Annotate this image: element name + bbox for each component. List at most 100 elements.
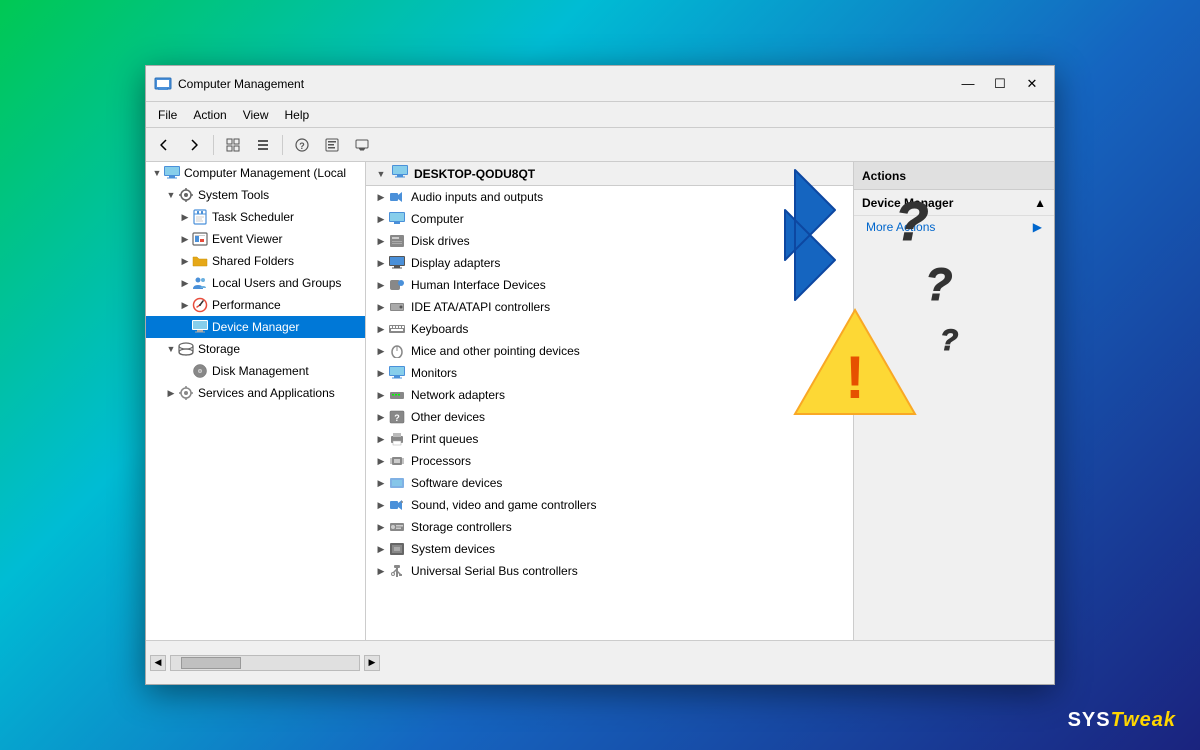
device-item-6[interactable]: ▶ Keyboards: [366, 318, 853, 340]
svg-text:?: ?: [394, 413, 400, 423]
device-arrow-3: ▶: [374, 258, 388, 269]
device-item-9[interactable]: ▶ Network adapters: [366, 384, 853, 406]
actions-title: Actions: [862, 169, 906, 183]
device-label-15: Storage controllers: [411, 520, 512, 534]
device-label-1: Computer: [411, 212, 464, 226]
tree-item-event-viewer[interactable]: ▶ Event Viewer: [146, 228, 365, 250]
more-actions-arrow: ▶: [1033, 220, 1042, 234]
back-button[interactable]: [150, 132, 178, 158]
device-icon-11: [388, 430, 406, 448]
icon-computer: [164, 165, 180, 181]
device-icon-4: [388, 276, 406, 294]
menu-view[interactable]: View: [235, 106, 277, 124]
tree-label-task-scheduler: Task Scheduler: [212, 210, 294, 224]
logo-tweak: Tweak: [1111, 709, 1176, 731]
device-arrow-1: ▶: [374, 214, 388, 225]
tree-item-shared-folders[interactable]: ▶ Shared Folders: [146, 250, 365, 272]
tree-label-system-tools: System Tools: [198, 188, 269, 202]
tree-item-device-manager[interactable]: Device Manager: [146, 316, 365, 338]
menu-action[interactable]: Action: [185, 106, 234, 124]
device-label-12: Processors: [411, 454, 471, 468]
device-item-10[interactable]: ▶ ? Other devices: [366, 406, 853, 428]
device-manager-section-label: Device Manager: [862, 196, 953, 210]
device-item-12[interactable]: ▶ Processors: [366, 450, 853, 472]
tree-item-task-scheduler[interactable]: ▶ Task Scheduler: [146, 206, 365, 228]
logo-sys: SYS: [1068, 709, 1111, 731]
device-item-7[interactable]: ▶ Mice and other pointing devices: [366, 340, 853, 362]
menu-file[interactable]: File: [150, 106, 185, 124]
device-icon-0: [388, 188, 406, 206]
device-item-16[interactable]: ▶ System devices: [366, 538, 853, 560]
tree-label-event-viewer: Event Viewer: [212, 232, 282, 246]
arrow-device-manager: [178, 320, 192, 334]
device-label-5: IDE ATA/ATAPI controllers: [411, 300, 550, 314]
device-item-11[interactable]: ▶ Print queues: [366, 428, 853, 450]
window-title: Computer Management: [178, 77, 954, 91]
tree-item-root[interactable]: ▼ Computer Management (Local: [146, 162, 365, 184]
scroll-right-btn[interactable]: ▶: [364, 655, 380, 671]
tree-label-performance: Performance: [212, 298, 281, 312]
device-arrow-0: ▶: [374, 192, 388, 203]
device-item-13[interactable]: ▶ Software devices: [366, 472, 853, 494]
icon-task-scheduler: [192, 209, 208, 225]
device-item-2[interactable]: ▶ Disk drives: [366, 230, 853, 252]
tree-item-services[interactable]: ▶ Services and Applications: [146, 382, 365, 404]
middle-header-title: DESKTOP-QODU8QT: [414, 167, 535, 181]
device-item-5[interactable]: ▶ IDE ATA/ATAPI controllers: [366, 296, 853, 318]
device-item-8[interactable]: ▶ Monitors: [366, 362, 853, 384]
device-item-3[interactable]: ▶ Display adapters: [366, 252, 853, 274]
close-button[interactable]: ✕: [1018, 73, 1046, 95]
toolbar-btn-monitor[interactable]: [348, 132, 376, 158]
more-actions-link[interactable]: More Actions ▶: [854, 216, 1054, 238]
device-label-16: System devices: [411, 542, 495, 556]
minimize-button[interactable]: —: [954, 73, 982, 95]
device-icon-8: [388, 364, 406, 382]
device-icon-15: [388, 518, 406, 536]
device-manager-section[interactable]: Device Manager ▲: [854, 190, 1054, 216]
tree-item-system-tools[interactable]: ▼ System Tools: [146, 184, 365, 206]
device-label-13: Software devices: [411, 476, 502, 490]
window-controls: — ☐ ✕: [954, 73, 1046, 95]
tree-item-local-users[interactable]: ▶ Local Users and Groups: [146, 272, 365, 294]
icon-disk-management: [192, 363, 208, 379]
tree-item-disk-management[interactable]: Disk Management: [146, 360, 365, 382]
device-icon-7: [388, 342, 406, 360]
device-icon-12: [388, 452, 406, 470]
device-item-1[interactable]: ▶ Computer: [366, 208, 853, 230]
device-arrow-14: ▶: [374, 500, 388, 511]
tree-item-storage[interactable]: ▼ Storage: [146, 338, 365, 360]
toolbar-btn-properties[interactable]: [318, 132, 346, 158]
icon-shared-folders: [192, 253, 208, 269]
device-item-15[interactable]: ▶ Storage controllers: [366, 516, 853, 538]
device-item-0[interactable]: ▶ Audio inputs and outputs: [366, 186, 853, 208]
scroll-left-btn[interactable]: ◀: [150, 655, 166, 671]
icon-performance: [192, 297, 208, 313]
toolbar: ?: [146, 128, 1054, 162]
device-item-14[interactable]: ▶ Sound, video and game controllers: [366, 494, 853, 516]
device-label-0: Audio inputs and outputs: [411, 190, 543, 204]
tree-item-performance[interactable]: ▶ Performance: [146, 294, 365, 316]
more-actions-label: More Actions: [866, 220, 935, 234]
forward-button[interactable]: [180, 132, 208, 158]
scrollbar-thumb[interactable]: [181, 657, 241, 669]
middle-panel-header: ▼ DESKTOP-QODU8QT: [366, 162, 853, 186]
device-icon-3: [388, 254, 406, 272]
horizontal-scrollbar[interactable]: [170, 655, 360, 671]
title-bar: Computer Management — ☐ ✕: [146, 66, 1054, 102]
tree-label-storage: Storage: [198, 342, 240, 356]
device-item-17[interactable]: ▶ Universal Serial Bus controllers: [366, 560, 853, 582]
device-item-4[interactable]: ▶ Human Interface Devices: [366, 274, 853, 296]
toolbar-btn-help[interactable]: ?: [288, 132, 316, 158]
section-collapse-icon: ▲: [1034, 196, 1046, 210]
menu-help[interactable]: Help: [277, 106, 318, 124]
toolbar-btn-list[interactable]: [249, 132, 277, 158]
toolbar-btn-grid[interactable]: [219, 132, 247, 158]
tree-label-device-manager: Device Manager: [212, 320, 299, 334]
tree-label-local-users: Local Users and Groups: [212, 276, 341, 290]
device-icon-1: [388, 210, 406, 228]
device-label-8: Monitors: [411, 366, 457, 380]
icon-services: [178, 385, 194, 401]
maximize-button[interactable]: ☐: [986, 73, 1014, 95]
scroll-area: ◀ ▶: [146, 641, 1054, 684]
computer-management-window: Computer Management — ☐ ✕ File Action Vi…: [145, 65, 1055, 685]
